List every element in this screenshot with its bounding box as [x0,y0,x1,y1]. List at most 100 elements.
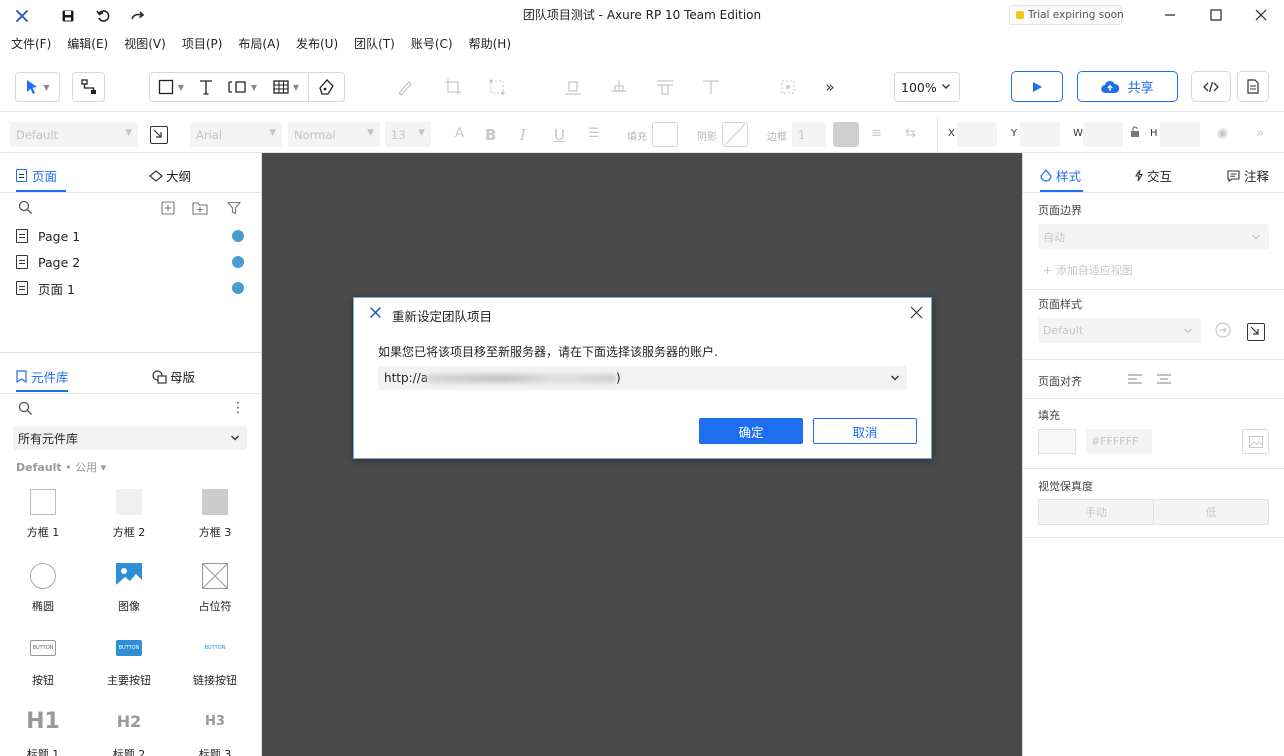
list-icon[interactable]: ☰ [588,126,600,141]
fidelity-option[interactable]: 低 [1154,500,1268,524]
reset-style-icon[interactable] [1214,321,1232,339]
hotspot-tool-button[interactable]: ▼ [220,80,264,94]
connector-tool-button[interactable] [72,72,105,102]
tab-interactions[interactable]: 交互 [1134,166,1172,185]
fill-color-input[interactable]: #FFFFFF [1086,429,1152,454]
menu-file[interactable]: 文件(F) [8,33,54,54]
paint-tool-button[interactable] [392,72,418,102]
fill-image-icon[interactable] [1242,429,1269,454]
zoom-select[interactable]: 100% [894,72,960,102]
more-tools-button[interactable]: » [818,72,842,102]
menu-publish[interactable]: 发布(U) [293,33,341,54]
arrow-style-icon[interactable]: ⇆ [905,126,916,141]
share-button[interactable]: 共享 [1077,71,1178,102]
menu-team[interactable]: 团队(T) [351,33,398,54]
shadow-swatch[interactable] [722,122,748,147]
select-tool-button[interactable]: ▼ [15,72,60,102]
cancel-button[interactable]: 取消 [813,418,917,444]
page-item[interactable]: 页面 1 [16,277,248,299]
page-item[interactable]: Page 1 [16,225,248,247]
visibility-icon[interactable]: ◉ [1217,126,1228,141]
align-top-button[interactable] [698,72,724,102]
widget-button[interactable]: BUTTON 按钮 [8,635,78,695]
maximize-button[interactable] [1201,4,1231,26]
save-icon[interactable] [59,7,77,25]
widget-box-1[interactable]: 方框 1 [8,487,78,547]
widget-box-2[interactable]: 方框 2 [94,487,164,547]
more-style-icon[interactable]: » [1256,126,1264,141]
tab-outline[interactable]: 大纲 [149,166,191,185]
page-bounds-select[interactable]: 自动 [1038,224,1269,249]
document-button[interactable] [1237,71,1269,102]
library-group-header[interactable]: Default • 公用 ▾ [16,459,106,475]
distribute-button[interactable] [652,72,678,102]
preview-button[interactable] [1011,71,1063,102]
widget-placeholder[interactable]: 占位符 [180,561,250,621]
pen-tool-button[interactable] [308,73,344,101]
fill-color-swatch[interactable] [1038,429,1076,454]
add-folder-icon[interactable] [192,201,208,215]
tab-masters[interactable]: 母版 [152,367,195,386]
tab-style[interactable]: 样式 [1040,166,1081,185]
crop-button[interactable] [440,72,466,102]
close-window-button[interactable] [1246,4,1276,26]
text-tool-button[interactable] [192,79,220,95]
filter-icon[interactable] [227,201,241,215]
table-tool-button[interactable]: ▼ [264,80,308,94]
menu-layout[interactable]: 布局(A) [235,33,283,54]
library-select[interactable]: 所有元件库 [13,426,247,450]
trial-badge[interactable]: Trial expiring soon [1009,5,1124,25]
menu-edit[interactable]: 编辑(E) [64,33,111,54]
tab-pages[interactable]: 页面 [16,166,57,185]
widget-link-button[interactable]: BUTTON 链接按钮 [180,635,250,695]
fill-color-swatch[interactable] [652,122,678,147]
more-vertical-icon[interactable]: ⋮ [231,401,245,415]
server-account-select[interactable]: http://a ) [378,366,907,390]
add-adaptive-view-link[interactable]: + 添加自适应视图 [1043,262,1133,278]
widget-box-3[interactable]: 方框 3 [180,487,250,547]
border-color-swatch[interactable] [833,122,859,147]
widget-image[interactable]: 图像 [94,561,164,621]
font-color-icon[interactable]: A [455,126,464,141]
y-input[interactable] [1020,122,1060,147]
style-select[interactable]: Default ▼ [10,122,138,147]
tab-notes[interactable]: 注释 [1227,166,1269,185]
menu-help[interactable]: 帮助(H) [466,33,514,54]
underline-icon[interactable]: U [554,126,565,144]
undo-icon[interactable] [94,7,112,25]
align-center-icon[interactable] [1156,373,1172,385]
font-size-select[interactable]: 13 ▼ [385,122,431,147]
library-search-icon[interactable] [18,401,33,416]
align-left-icon[interactable] [1127,373,1143,385]
fidelity-option[interactable]: 手动 [1039,500,1154,524]
align-center-button[interactable] [606,72,632,102]
style-edit-button[interactable] [150,126,168,144]
x-input[interactable] [957,122,997,147]
font-weight-select[interactable]: Normal ▼ [288,122,380,147]
align-bottom-button[interactable] [560,72,586,102]
snap-button[interactable] [775,72,801,102]
widget-heading-1[interactable]: H1 标题 1 [8,709,78,756]
border-style-icon[interactable]: ≡ [871,126,882,141]
menu-project[interactable]: 项目(P) [179,33,226,54]
h-input[interactable] [1160,122,1200,147]
lock-aspect-icon[interactable] [1130,126,1140,138]
menu-account[interactable]: 账号(C) [408,33,456,54]
page-item[interactable]: Page 2 [16,251,248,273]
widget-ellipse[interactable]: 椭圆 [8,561,78,621]
w-input[interactable] [1083,122,1123,147]
search-icon[interactable] [18,200,33,215]
widget-primary-button[interactable]: BUTTON 主要按钮 [94,635,164,695]
group-button[interactable] [484,72,510,102]
widget-heading-3[interactable]: H3 标题 3 [180,709,250,756]
border-width-input[interactable]: 1 [792,122,826,147]
page-style-select[interactable]: Default [1038,318,1201,343]
tab-library[interactable]: 元件库 [16,367,69,386]
edit-page-style-icon[interactable] [1247,323,1265,341]
dialog-close-icon[interactable] [910,306,923,319]
ok-button[interactable]: 确定 [699,418,803,444]
bold-icon[interactable]: B [485,126,496,144]
redo-icon[interactable] [129,7,147,25]
widget-heading-2[interactable]: H2 标题 2 [94,709,164,756]
add-page-icon[interactable] [161,201,175,215]
